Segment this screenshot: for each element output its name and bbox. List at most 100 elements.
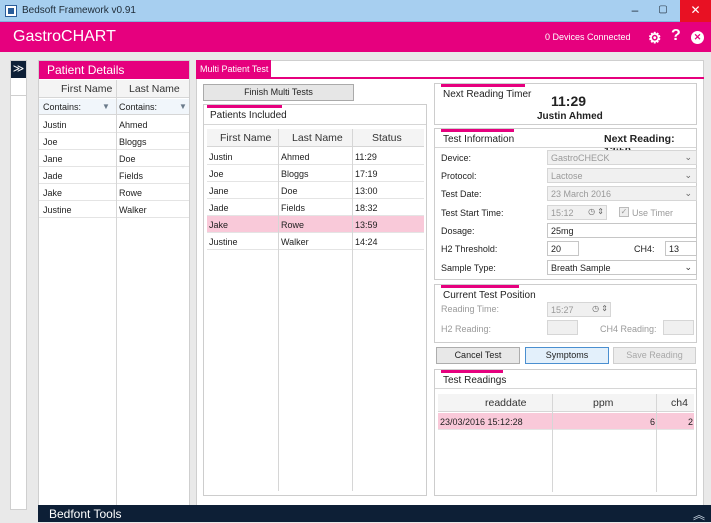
cell-status: 11:29 [355, 152, 377, 162]
cell-first-name: Jade [43, 171, 63, 181]
sample-type-select[interactable]: Breath Sample ⌄ [547, 260, 697, 275]
timer-title: Next Reading Timer [443, 89, 532, 100]
cell-status: 13:59 [355, 220, 378, 230]
close-window-button[interactable]: ✕ [680, 0, 711, 22]
h2-threshold-input[interactable]: 20 [547, 241, 579, 256]
title-accent [441, 370, 503, 373]
device-value: GastroCHECK [551, 153, 610, 163]
h2-threshold-label: H2 Threshold: [441, 244, 498, 254]
save-reading-button[interactable]: Save Reading [613, 347, 696, 364]
expand-up-icon[interactable]: ︽ [693, 506, 705, 523]
table-row[interactable]: Justin Ahmed [39, 116, 189, 133]
table-row[interactable]: Justine Walker [39, 201, 189, 218]
reading-time-label: Reading Time: [441, 304, 500, 314]
tab-multi-patient-test[interactable]: Multi Patient Test [196, 60, 271, 78]
device-select[interactable]: GastroCHECK ⌄ [547, 150, 697, 165]
ch4-threshold-input[interactable]: 13 [665, 241, 697, 256]
protocol-select[interactable]: Lactose ⌄ [547, 168, 697, 183]
table-row[interactable]: Jane Doe [39, 150, 189, 167]
devices-status: 0 Devices Connected [545, 32, 631, 42]
ch4-reading-input[interactable] [663, 320, 694, 335]
included-list: Justin Ahmed 11:29 Joe Bloggs 17:19 Jane Doe 1… [207, 148, 424, 250]
window-titlebar: Bedsoft Framework v0.91 – ▢ ✕ [0, 0, 711, 22]
clock-spinner-icon[interactable]: ◷ ⇕ [588, 207, 604, 216]
h2-reading-input[interactable] [547, 320, 578, 335]
app-window-icon [5, 5, 17, 17]
dosage-input[interactable]: 25mg [547, 223, 697, 238]
filter-last-name[interactable]: Contains: [119, 102, 157, 112]
divider [435, 147, 696, 148]
app-brand: GastroCHART [13, 28, 116, 45]
cell-first-name: Justine [43, 205, 72, 215]
test-date-picker[interactable]: 23 March 2016 ⌄ [547, 186, 697, 201]
column-first-name[interactable]: First Name [61, 83, 112, 95]
timer-value: 11:29 [551, 93, 587, 109]
cell-last-name: Walker [281, 237, 309, 247]
cell-last-name: Fields [119, 171, 144, 181]
table-row[interactable]: Justin Ahmed 11:29 [207, 148, 424, 165]
use-timer-checkbox[interactable]: ✓ [619, 207, 629, 217]
protocol-label: Protocol: [441, 171, 477, 181]
table-row[interactable]: Jade Fields [39, 167, 189, 184]
filter-funnel-icon[interactable]: ▼ [179, 102, 187, 111]
cell-last-name: Rowe [119, 188, 143, 198]
cell-readdate: 23/03/2016 15:12:28 [440, 417, 523, 427]
title-accent [441, 129, 514, 132]
test-readings-title: Test Readings [443, 375, 507, 386]
bedfont-tools-bar[interactable]: Bedfont Tools ︽ [38, 505, 711, 522]
start-time-label: Test Start Time: [441, 208, 504, 218]
table-row[interactable]: Joe Bloggs 17:19 [207, 165, 424, 182]
finish-multi-tests-button[interactable]: Finish Multi Tests [203, 84, 354, 101]
table-row[interactable]: Jade Fields 18:32 [207, 199, 424, 216]
column-last-name[interactable]: Last Name [292, 132, 343, 144]
chevron-down-icon: ⌄ [684, 188, 692, 198]
sample-type-label: Sample Type: [441, 263, 496, 273]
cell-last-name: Rowe [281, 220, 305, 230]
column-readdate[interactable]: readdate [485, 397, 526, 409]
chevron-down-icon: ⌄ [684, 262, 692, 272]
included-grid-header: First Name Last Name Status [207, 129, 424, 147]
column-ch4[interactable]: ch4 [671, 397, 688, 409]
minimize-button[interactable]: – [622, 0, 648, 22]
test-date-value: 23 March 2016 [551, 189, 612, 199]
patient-details-panel: Patient Details First Name Last Name Con… [38, 60, 190, 512]
table-row[interactable]: Justine Walker 14:24 [207, 233, 424, 250]
patient-details-title: Patient Details [39, 61, 189, 79]
table-row[interactable]: Jane Doe 13:00 [207, 182, 424, 199]
gear-icon[interactable]: ⚙ [648, 29, 661, 47]
sidebar-divider [11, 95, 26, 96]
cell-first-name: Joe [209, 169, 224, 179]
column-ppm[interactable]: ppm [593, 397, 613, 409]
reading-time-field[interactable]: 15:27 ◷ ⇕ [547, 302, 611, 317]
column-divider [352, 129, 353, 491]
cell-last-name: Ahmed [281, 152, 310, 162]
column-last-name[interactable]: Last Name [129, 83, 180, 95]
cell-first-name: Jade [209, 203, 229, 213]
symptoms-button[interactable]: Symptoms [525, 347, 609, 364]
filter-first-name[interactable]: Contains: [43, 102, 81, 112]
clock-spinner-icon[interactable]: ◷ ⇕ [592, 304, 608, 313]
h2-reading-label: H2 Reading: [441, 324, 492, 334]
help-icon[interactable]: ? [671, 27, 681, 45]
current-test-position-group: Current Test Position Reading Time: 15:2… [434, 284, 697, 343]
cancel-test-button[interactable]: Cancel Test [436, 347, 520, 364]
device-label: Device: [441, 153, 472, 163]
expand-sidebar-icon[interactable]: ≫ [11, 61, 26, 78]
current-position-title: Current Test Position [443, 290, 536, 301]
test-information-group: Test Information Next Reading: 13:59 Dev… [434, 128, 697, 280]
filter-funnel-icon[interactable]: ▼ [102, 102, 110, 111]
start-time-field[interactable]: 15:12 ◷ ⇕ [547, 205, 607, 220]
column-status[interactable]: Status [372, 132, 402, 144]
close-app-icon[interactable]: ✕ [691, 31, 704, 44]
patients-included-group: Patients Included First Name Last Name S… [203, 104, 427, 496]
test-date-label: Test Date: [441, 189, 482, 199]
maximize-button[interactable]: ▢ [650, 0, 676, 22]
table-row[interactable]: Joe Bloggs [39, 133, 189, 150]
table-row[interactable]: Jake Rowe [39, 184, 189, 201]
cell-ppm: 6 [650, 417, 656, 427]
left-sidebar-strip: ≫ [10, 60, 27, 510]
table-row-selected[interactable]: Jake Rowe 13:59 [207, 216, 424, 233]
dosage-label: Dosage: [441, 226, 475, 236]
column-first-name[interactable]: First Name [220, 132, 271, 144]
ch4-label: CH4: [634, 244, 655, 254]
